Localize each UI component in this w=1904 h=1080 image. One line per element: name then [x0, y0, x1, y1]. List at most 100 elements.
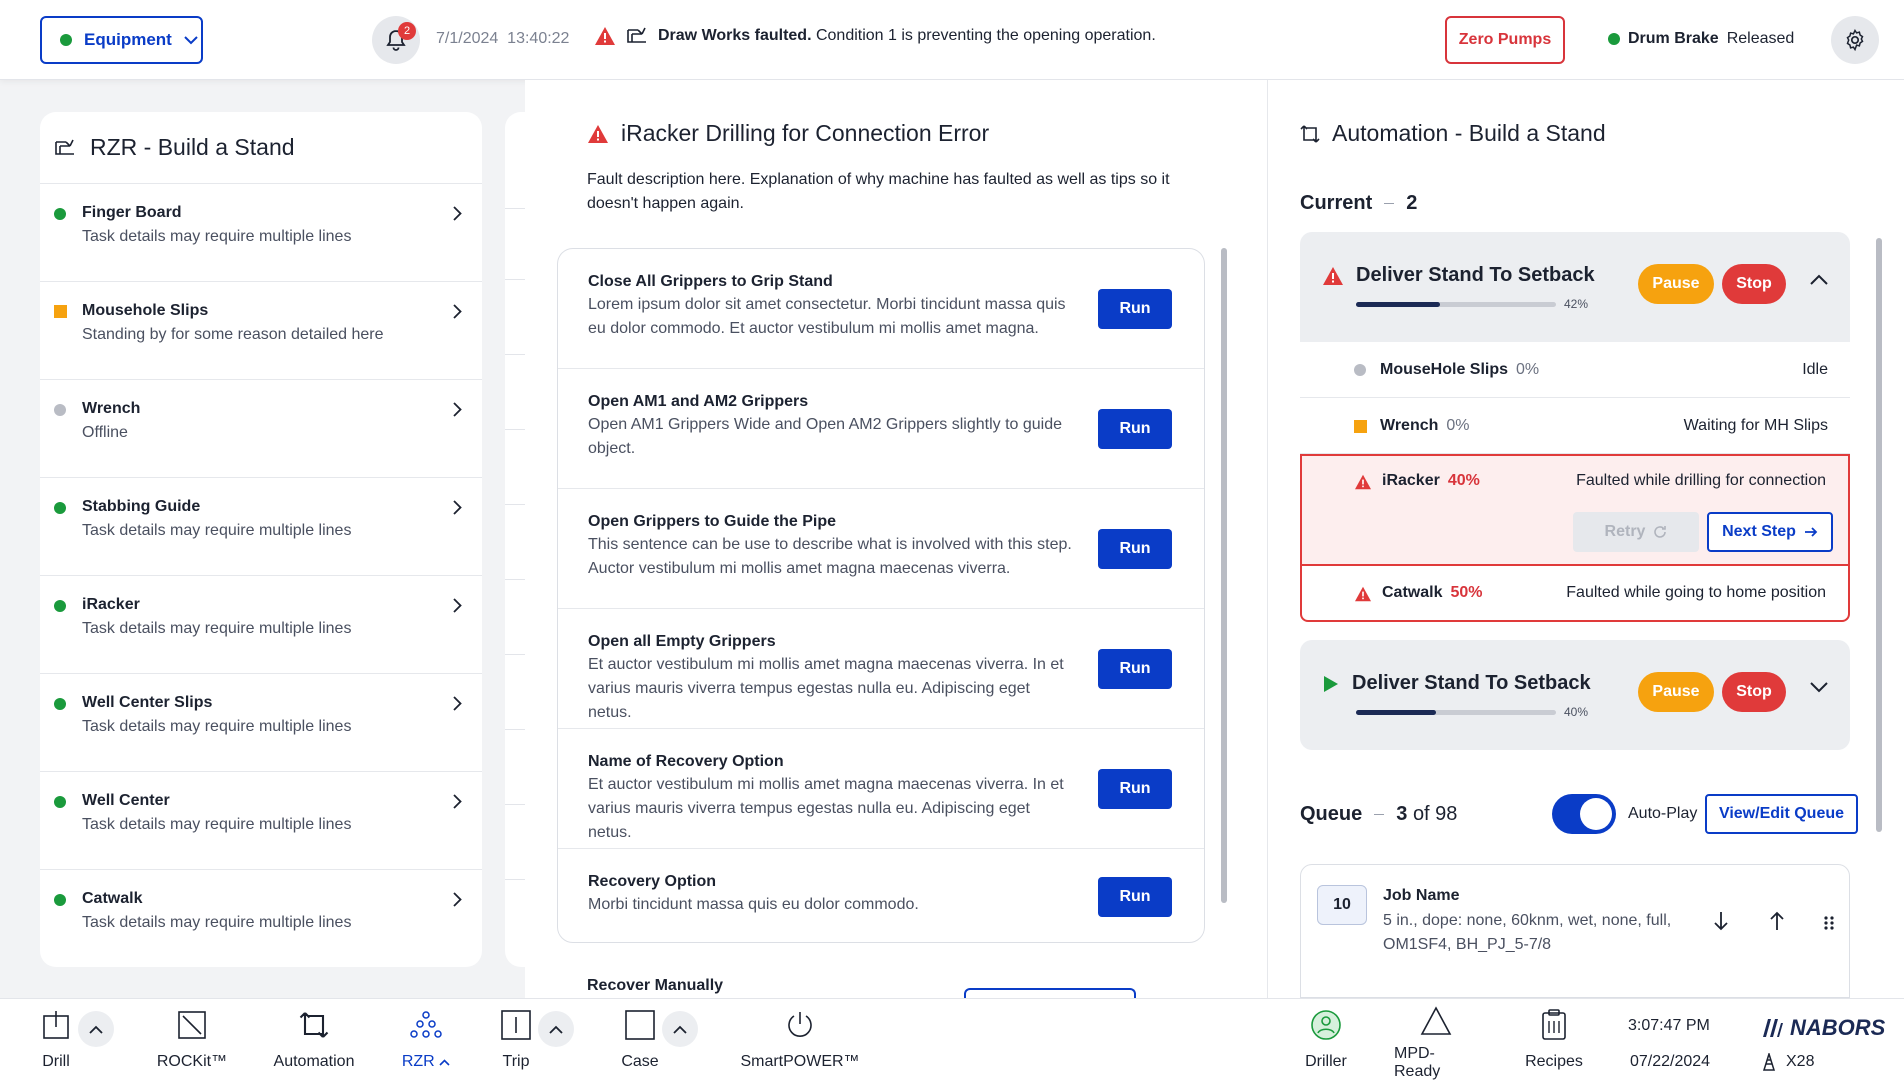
automation-title-label: Automation - Build a Stand — [1332, 120, 1606, 146]
sequence-item-detail: Task details may require multiple lines — [82, 816, 352, 833]
drum-brake-state: Released — [1726, 30, 1795, 47]
sequence-item[interactable]: Mousehole Slips Standing by for some reas… — [40, 282, 482, 380]
chevron-right-icon[interactable] — [453, 696, 462, 711]
step-description: Et auctor vestibulum mi mollis amet magn… — [588, 776, 1064, 841]
system-date: 7/1/2024 — [436, 30, 499, 47]
sequence-item[interactable]: iRacker Task details may require multiple… — [40, 576, 482, 674]
sequence-item-detail: Task details may require multiple lines — [82, 228, 352, 245]
next-step-label: Next Step — [1722, 523, 1796, 540]
chevron-up-icon[interactable] — [662, 1011, 698, 1047]
subtask-row[interactable]: MouseHole Slips 0% Idle — [1300, 342, 1850, 398]
queue-header: Queue 3 of 98 Auto-Play View/Edit Queue — [1300, 794, 1858, 834]
recovery-step: Open Grippers to Guide the Pipe This sent… — [558, 489, 1204, 609]
chevron-up-icon[interactable] — [78, 1011, 114, 1047]
step-description: Lorem ipsum dolor sit amet consectetur. … — [588, 296, 1066, 337]
power-icon — [788, 1012, 812, 1037]
card-title: Deliver Stand To Setback — [1322, 264, 1595, 287]
stop-button[interactable]: Stop — [1722, 672, 1786, 712]
card-header[interactable]: Deliver Stand To Setback 40% Pause Stop — [1300, 640, 1850, 750]
nav-drill[interactable]: Drill — [30, 999, 82, 1080]
nav-automation[interactable]: Automation — [268, 999, 360, 1080]
drag-handle-icon[interactable] — [1823, 915, 1835, 931]
drum-brake-status: Drum Brake Released — [1608, 30, 1794, 48]
nav-trip[interactable]: Trip — [498, 999, 534, 1080]
sequence-item-detail: Offline — [82, 424, 128, 441]
pause-button[interactable]: Pause — [1638, 264, 1714, 304]
nav-driller[interactable]: Driller — [1302, 999, 1350, 1080]
run-button[interactable]: Run — [1098, 289, 1172, 329]
nav-case[interactable]: Case — [620, 999, 660, 1080]
automation-card: Deliver Stand To Setback 42% Pause Stop … — [1300, 232, 1850, 622]
equipment-dropdown[interactable]: Equipment — [40, 16, 203, 64]
recover-manually-label: Recover Manually — [587, 977, 724, 994]
run-button[interactable]: Run — [1098, 877, 1172, 917]
recovery-step: Name of Recovery Option Et auctor vestibu… — [558, 729, 1204, 849]
chevron-right-icon[interactable] — [453, 794, 462, 809]
nav-recipes[interactable]: Recipes — [1524, 999, 1584, 1080]
scrollbar[interactable] — [1221, 248, 1227, 903]
sequence-item[interactable]: Stabbing Guide Task details may require m… — [40, 478, 482, 576]
arrow-down-icon[interactable] — [1713, 911, 1729, 931]
chevron-right-icon[interactable] — [453, 598, 462, 613]
autoplay-toggle[interactable] — [1552, 794, 1616, 834]
sequence-item[interactable]: Catwalk Task details may require multiple… — [40, 870, 482, 967]
run-button[interactable]: Run — [1098, 409, 1172, 449]
zero-pumps-button[interactable]: Zero Pumps — [1445, 16, 1565, 64]
automation-icon — [299, 1012, 329, 1038]
run-button[interactable]: Run — [1098, 769, 1172, 809]
fault-banner[interactable]: Draw Works faulted. Condition 1 is preve… — [594, 26, 1156, 46]
stop-button[interactable]: Stop — [1722, 264, 1786, 304]
drum-brake-label: Drum Brake — [1628, 30, 1719, 47]
queue-item[interactable]: 10 Job Name 5 in., dope: none, 60knm, we… — [1300, 864, 1850, 998]
chevron-right-icon[interactable] — [453, 500, 462, 515]
subtask-row-faulted[interactable]: iRacker 40% Faulted while drilling for c… — [1300, 454, 1850, 566]
status-dot — [1354, 364, 1366, 376]
subtask-row-faulted[interactable]: Catwalk 50% Faulted while going to home … — [1300, 566, 1850, 622]
status-dot — [1608, 33, 1620, 45]
card-header[interactable]: Deliver Stand To Setback 42% Pause Stop — [1300, 232, 1850, 342]
sequence-item[interactable]: Finger Board Task details may require mul… — [40, 184, 482, 282]
nav-rzr[interactable]: RZR — [396, 999, 456, 1080]
chevron-down-icon[interactable] — [1810, 682, 1828, 693]
divider — [1374, 813, 1385, 815]
rockit-icon — [178, 1011, 206, 1039]
sequence-item[interactable]: Well Center Slips Task details may requir… — [40, 674, 482, 772]
job-description: 5 in., dope: none, 60knm, wet, none, ful… — [1383, 912, 1672, 953]
status-square — [1354, 420, 1367, 433]
status-dot — [60, 34, 72, 46]
recovery-step: Open AM1 and AM2 Grippers Open AM1 Grippe… — [558, 369, 1204, 489]
subtask-list: MouseHole Slips 0% Idle Wrench 0% Waitin… — [1300, 342, 1850, 622]
nav-mpd-ready[interactable]: MPD-Ready — [1394, 999, 1478, 1080]
rig-id: X28 — [1762, 1053, 1814, 1071]
scrollbar-thumb[interactable] — [1221, 248, 1227, 903]
divider — [505, 804, 525, 805]
run-button[interactable]: Run — [1098, 529, 1172, 569]
pause-button[interactable]: Pause — [1638, 672, 1714, 712]
sequence-item[interactable]: Wrench Offline — [40, 380, 482, 478]
next-step-button[interactable]: Next Step — [1707, 512, 1833, 552]
chevron-right-icon[interactable] — [453, 892, 462, 907]
nav-rockit[interactable]: ROCKit™ — [156, 999, 228, 1080]
sequence-item[interactable]: Well Center Task details may require mult… — [40, 772, 482, 870]
recovery-step: Recovery Option Morbi tincidunt massa qui… — [558, 849, 1204, 942]
chevron-up-icon[interactable] — [1810, 274, 1828, 285]
chevron-up-icon[interactable] — [538, 1011, 574, 1047]
arrow-up-icon[interactable] — [1769, 911, 1785, 931]
chevron-right-icon[interactable] — [453, 402, 462, 417]
progress-fill — [1356, 710, 1436, 715]
settings-button[interactable] — [1831, 16, 1879, 64]
view-edit-queue-button[interactable]: View/Edit Queue — [1705, 794, 1858, 834]
rzr-icon — [55, 139, 74, 155]
subtask-name: iRacker — [1382, 472, 1440, 489]
notifications-button[interactable]: 2 — [372, 16, 420, 64]
scrollbar[interactable] — [1876, 238, 1882, 832]
sequence-title-label: RZR - Build a Stand — [90, 134, 295, 160]
chevron-right-icon[interactable] — [453, 304, 462, 319]
date: 07/22/2024 — [1630, 1053, 1711, 1070]
divider — [505, 879, 525, 880]
retry-button[interactable]: Retry — [1573, 512, 1699, 552]
chevron-right-icon[interactable] — [453, 206, 462, 221]
subtask-row[interactable]: Wrench 0% Waiting for MH Slips — [1300, 398, 1850, 454]
nav-smartpower[interactable]: SmartPOWER™ — [740, 999, 860, 1080]
run-button[interactable]: Run — [1098, 649, 1172, 689]
